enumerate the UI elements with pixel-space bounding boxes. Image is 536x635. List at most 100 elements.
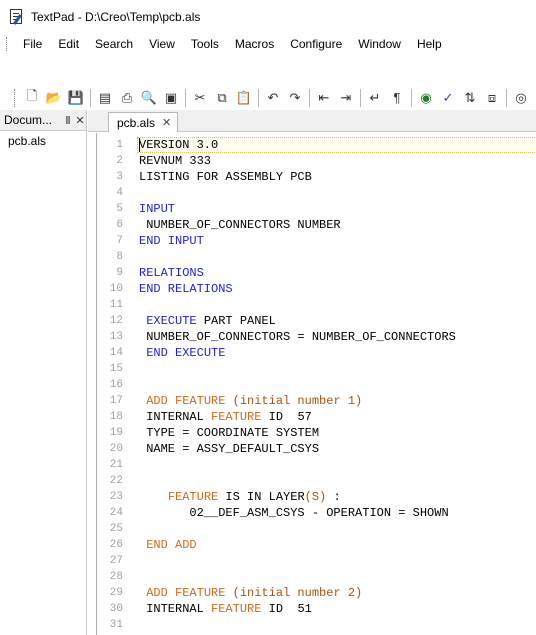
document-properties-icon[interactable]: ▣ bbox=[160, 87, 182, 109]
line-number: 28 bbox=[109, 571, 123, 583]
save-all-icon[interactable]: ▤ bbox=[94, 87, 116, 109]
code-line[interactable]: 2 REVNUM 333 bbox=[97, 153, 536, 169]
code-line[interactable]: 7 END INPUT bbox=[97, 233, 536, 249]
zoom-icon[interactable]: ◎ bbox=[510, 87, 532, 109]
toolbar-separator bbox=[90, 88, 91, 107]
code-line[interactable]: 22 bbox=[97, 473, 536, 489]
spell-check-icon[interactable]: ✓ bbox=[437, 87, 459, 109]
code-line[interactable]: 23 FEATURE IS IN LAYER(S) : bbox=[97, 489, 536, 505]
code-line[interactable]: 31 bbox=[97, 617, 536, 633]
text-caret bbox=[139, 138, 140, 152]
line-number: 8 bbox=[116, 251, 123, 263]
code-line[interactable]: 14 END EXECUTE bbox=[97, 345, 536, 361]
line-number: 19 bbox=[109, 427, 123, 439]
code-line[interactable]: 5 INPUT bbox=[97, 201, 536, 217]
line-text: TYPE = COORDINATE SYSTEM bbox=[139, 426, 320, 440]
word-wrap-icon[interactable]: ↵ bbox=[364, 87, 386, 109]
document-list-item[interactable]: pcb.als bbox=[0, 131, 86, 148]
menu-search[interactable]: Search bbox=[87, 33, 141, 55]
code-line[interactable]: 26 END ADD bbox=[97, 537, 536, 553]
undo-icon[interactable]: ↶ bbox=[262, 87, 284, 109]
code-line[interactable]: 4 bbox=[97, 185, 536, 201]
document-selector-panel: Docum... Ⅱ ✕ pcb.als bbox=[0, 110, 87, 635]
line-number: 11 bbox=[109, 299, 123, 311]
line-number: 27 bbox=[109, 555, 123, 567]
title-bar: TextPad - D:\Creo\Temp\pcb.als bbox=[0, 0, 536, 33]
line-text: 02__DEF_ASM_CSYS - OPERATION = SHOWN bbox=[139, 506, 449, 520]
toolbar-separator bbox=[309, 88, 310, 107]
code-line[interactable]: 24 02__DEF_ASM_CSYS - OPERATION = SHOWN bbox=[97, 505, 536, 521]
new-file-icon[interactable]: 🗋 bbox=[21, 87, 43, 109]
code-line[interactable]: 12 EXECUTE PART PANEL bbox=[97, 313, 536, 329]
code-line[interactable]: 15 bbox=[97, 361, 536, 377]
menu-tools[interactable]: Tools bbox=[183, 33, 227, 55]
code-line[interactable]: 1 VERSION 3.0 bbox=[97, 137, 536, 153]
sort-icon[interactable]: ⇅ bbox=[459, 87, 481, 109]
panel-close-icon[interactable]: ✕ bbox=[74, 114, 86, 127]
line-number: 25 bbox=[109, 523, 123, 535]
print-icon[interactable]: ⎙ bbox=[116, 87, 138, 109]
line-number: 5 bbox=[116, 203, 123, 215]
globe-icon[interactable]: ◉ bbox=[415, 87, 437, 109]
code-line[interactable]: 30 INTERNAL FEATURE ID 51 bbox=[97, 601, 536, 617]
code-line[interactable]: 16 bbox=[97, 377, 536, 393]
code-line[interactable]: 8 bbox=[97, 249, 536, 265]
line-number: 13 bbox=[109, 331, 123, 343]
menu-help[interactable]: Help bbox=[409, 33, 450, 55]
code-line[interactable]: 19 TYPE = COORDINATE SYSTEM bbox=[97, 425, 536, 441]
toolbar-grip[interactable] bbox=[14, 88, 17, 107]
line-text: INTERNAL FEATURE ID 57 bbox=[139, 410, 312, 424]
toolbar-separator bbox=[360, 88, 361, 107]
tab-pcb-als[interactable]: pcb.als ✕ bbox=[108, 112, 178, 132]
redo-icon[interactable]: ↷ bbox=[284, 87, 306, 109]
code-line[interactable]: 27 bbox=[97, 553, 536, 569]
code-line[interactable]: 11 bbox=[97, 297, 536, 313]
menu-bar: File Edit Search View Tools Macros Confi… bbox=[0, 33, 536, 55]
editor-area[interactable]: 1 VERSION 3.0 2 REVNUM 333 3 LISTING FOR ASSE… bbox=[96, 133, 536, 635]
print-preview-icon[interactable]: 🔍 bbox=[138, 87, 160, 109]
tab-label: pcb.als bbox=[117, 115, 156, 130]
line-number: 21 bbox=[109, 459, 123, 471]
code-line[interactable]: 10 END RELATIONS bbox=[97, 281, 536, 297]
pilcrow-icon[interactable]: ¶ bbox=[386, 87, 408, 109]
menu-macros[interactable]: Macros bbox=[227, 33, 282, 55]
line-number: 9 bbox=[116, 267, 123, 279]
menubar-grip[interactable] bbox=[6, 37, 9, 51]
code-line[interactable]: 29 ADD FEATURE (initial number 2) bbox=[97, 585, 536, 601]
menu-view[interactable]: View bbox=[141, 33, 183, 55]
line-number: 24 bbox=[109, 507, 123, 519]
save-icon[interactable]: 💾 bbox=[65, 87, 87, 109]
decrease-indent-icon[interactable]: ⇤ bbox=[313, 87, 335, 109]
line-number: 22 bbox=[109, 475, 123, 487]
toolbar-separator bbox=[258, 88, 259, 107]
line-text: VERSION 3.0 bbox=[139, 138, 219, 152]
increase-indent-icon[interactable]: ⇥ bbox=[335, 87, 357, 109]
menu-edit[interactable]: Edit bbox=[50, 33, 87, 55]
line-number: 7 bbox=[116, 235, 123, 247]
code-line[interactable]: 28 bbox=[97, 569, 536, 585]
toolbar-separator bbox=[506, 88, 507, 107]
macro-icon[interactable]: ⧈ bbox=[481, 87, 503, 109]
code-line[interactable]: 6 NUMBER_OF_CONNECTORS NUMBER bbox=[97, 217, 536, 233]
code-line[interactable]: 20 NAME = ASSY_DEFAULT_CSYS bbox=[97, 441, 536, 457]
code-line[interactable]: 3 LISTING FOR ASSEMBLY PCB bbox=[97, 169, 536, 185]
line-number: 6 bbox=[116, 219, 123, 231]
code-line[interactable]: 25 bbox=[97, 521, 536, 537]
line-number: 23 bbox=[109, 491, 123, 503]
menu-configure[interactable]: Configure bbox=[282, 33, 350, 55]
code-line[interactable]: 21 bbox=[97, 457, 536, 473]
code-line[interactable]: 18 INTERNAL FEATURE ID 57 bbox=[97, 409, 536, 425]
cut-icon[interactable]: ✂ bbox=[189, 87, 211, 109]
line-number: 3 bbox=[116, 171, 123, 183]
code-line[interactable]: 9 RELATIONS bbox=[97, 265, 536, 281]
menu-window[interactable]: Window bbox=[350, 33, 409, 55]
menu-file[interactable]: File bbox=[15, 33, 50, 55]
paste-icon[interactable]: 📋 bbox=[233, 87, 255, 109]
open-file-icon[interactable]: 📂 bbox=[43, 87, 65, 109]
tab-close-icon[interactable]: ✕ bbox=[162, 116, 171, 129]
code-line[interactable]: 17 ADD FEATURE (initial number 1) bbox=[97, 393, 536, 409]
line-text: END ADD bbox=[146, 538, 197, 552]
pin-icon[interactable]: Ⅱ bbox=[62, 114, 74, 127]
code-line[interactable]: 13 NUMBER_OF_CONNECTORS = NUMBER_OF_CONN… bbox=[97, 329, 536, 345]
copy-icon[interactable]: ⧉ bbox=[211, 87, 233, 109]
